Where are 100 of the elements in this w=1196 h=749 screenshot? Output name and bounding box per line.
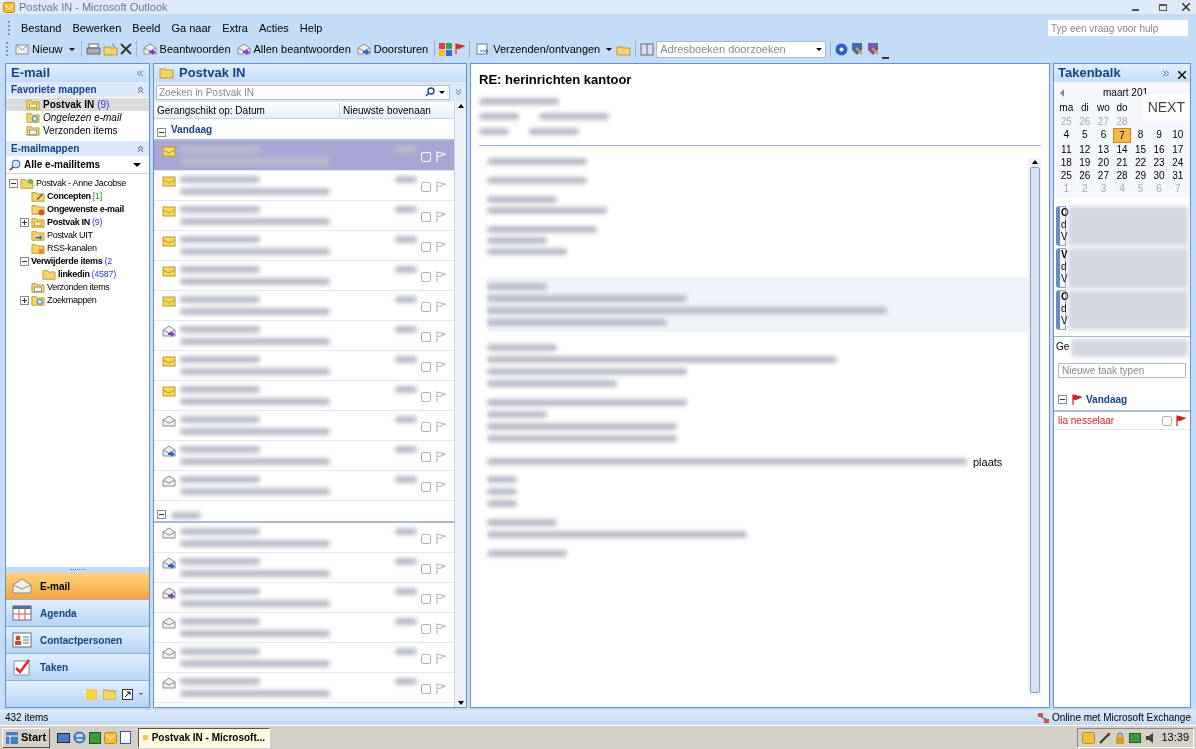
- calendar-day[interactable]: 18: [1057, 156, 1076, 169]
- calendar-day[interactable]: 27: [1094, 169, 1113, 182]
- calendar-day[interactable]: 16: [1149, 143, 1169, 156]
- checkbox[interactable]: [421, 482, 431, 492]
- menu-item[interactable]: Bewerken: [67, 19, 127, 37]
- calendar-day[interactable]: 6: [1094, 128, 1113, 143]
- desktop-icon[interactable]: [57, 732, 71, 743]
- spreadsheet-icon[interactable]: [89, 731, 102, 744]
- calendar-day[interactable]: 28: [1112, 169, 1132, 182]
- calendar-day[interactable]: 4: [1057, 128, 1076, 143]
- menu-item[interactable]: Bestand: [16, 19, 67, 37]
- close-icon[interactable]: [1178, 70, 1186, 79]
- close-icon[interactable]: [1182, 3, 1190, 11]
- delete-icon[interactable]: [119, 43, 132, 55]
- expand-icon[interactable]: [20, 296, 29, 305]
- favorite-folder[interactable]: Postvak IN (9): [6, 98, 149, 111]
- menu-item[interactable]: Help: [294, 19, 328, 37]
- scroll-thumb[interactable]: [1029, 166, 1040, 693]
- calendar-day[interactable]: 14: [1112, 143, 1132, 156]
- scroll-up-icon[interactable]: [1031, 159, 1038, 164]
- calendar-day[interactable]: 23: [1149, 156, 1169, 169]
- address-book-icon[interactable]: [640, 42, 655, 56]
- start-button[interactable]: Start: [2, 727, 51, 748]
- expand-icon[interactable]: [20, 218, 29, 227]
- collapse-icon[interactable]: [9, 179, 18, 188]
- calendar-day[interactable]: 29: [1131, 169, 1150, 182]
- scrollbar[interactable]: [454, 102, 466, 707]
- favorite-folder[interactable]: Ongelezen e-mail: [6, 111, 149, 124]
- column-header[interactable]: Gerangschikt op: Datum: [154, 102, 339, 118]
- reply-button[interactable]: Beantwoorden: [140, 40, 233, 58]
- note-icon[interactable]: [86, 688, 97, 700]
- caret-icon[interactable]: [68, 47, 75, 51]
- folder-name[interactable]: Concepten: [47, 189, 91, 204]
- favorite-folder[interactable]: Verzonden items: [6, 124, 149, 137]
- checkbox[interactable]: [421, 332, 431, 342]
- categories-icon[interactable]: [439, 42, 453, 56]
- calendar-day[interactable]: 25: [1057, 169, 1076, 182]
- folder-name[interactable]: Ongelezen e-mail: [43, 110, 122, 125]
- flag-icon[interactable]: [454, 43, 466, 55]
- calendar-day[interactable]: 12: [1075, 143, 1095, 156]
- folder-name[interactable]: Zoekmappen: [47, 293, 97, 307]
- caret-icon[interactable]: [606, 47, 613, 51]
- restore-icon[interactable]: [1159, 3, 1167, 11]
- calendar-day[interactable]: 21: [1112, 156, 1132, 169]
- menu-item[interactable]: Beeld: [127, 19, 166, 37]
- calendar-day[interactable]: 10: [1168, 128, 1187, 143]
- shield-icon[interactable]: [866, 42, 881, 56]
- taskbar-window-button[interactable]: Postvak IN - Microsoft...: [138, 727, 271, 748]
- column-header[interactable]: Ge: [1056, 339, 1070, 357]
- collapse-icon[interactable]: [157, 128, 166, 137]
- checkbox[interactable]: [421, 182, 431, 192]
- checkbox[interactable]: [1162, 415, 1172, 426]
- calendar-day[interactable]: 20: [1094, 156, 1113, 169]
- calendar-day[interactable]: 22: [1131, 156, 1150, 169]
- minimize-pane-icon[interactable]: [136, 69, 144, 77]
- folder-name[interactable]: Verwijderde items: [31, 254, 103, 269]
- collapse-icon[interactable]: [20, 257, 29, 266]
- outlook-icon[interactable]: [104, 731, 118, 744]
- new-button[interactable]: Nieuw: [13, 40, 65, 58]
- calendar-day[interactable]: 15: [1131, 143, 1150, 156]
- collapse-icon[interactable]: [157, 510, 166, 519]
- network-icon[interactable]: [1129, 732, 1142, 743]
- calendar-day[interactable]: 5: [1075, 128, 1095, 143]
- checkbox[interactable]: [421, 362, 431, 372]
- calendar-day[interactable]: 8: [1131, 128, 1150, 143]
- document-icon[interactable]: [120, 731, 132, 744]
- checkbox[interactable]: [421, 564, 431, 574]
- scroll-up-icon[interactable]: [457, 104, 464, 108]
- folder-name[interactable]: Verzonden items: [47, 280, 110, 295]
- folder-name[interactable]: Verzonden items: [43, 123, 118, 138]
- help-icon[interactable]: [835, 42, 849, 56]
- expand-search-icon[interactable]: [455, 88, 462, 96]
- navigation-button[interactable]: Contactpersonen: [6, 627, 149, 654]
- checkbox[interactable]: [421, 392, 431, 402]
- folder-name[interactable]: Postvak UIT: [47, 228, 93, 243]
- navigation-button[interactable]: Taken: [6, 654, 149, 681]
- shortcut-icon[interactable]: [122, 688, 133, 700]
- calendar-day[interactable]: 19: [1075, 156, 1095, 169]
- folder-name[interactable]: Postvak IN: [47, 215, 91, 230]
- scrollbar[interactable]: [1028, 157, 1041, 695]
- forward-button[interactable]: Doorsturen: [354, 40, 431, 58]
- navigation-button[interactable]: Agenda: [6, 600, 149, 627]
- checkbox[interactable]: [421, 654, 431, 664]
- checkbox[interactable]: [421, 242, 431, 252]
- task-title[interactable]: lia nesselaar: [1058, 413, 1162, 428]
- folder-icon[interactable]: [103, 688, 116, 700]
- folder-name[interactable]: Postvak IN: [43, 97, 95, 112]
- help-search-field[interactable]: Typ een vraag voor hulp: [1048, 20, 1188, 36]
- checkbox[interactable]: [421, 272, 431, 282]
- menu-item[interactable]: Extra: [217, 19, 253, 37]
- calendar-day[interactable]: 30: [1149, 169, 1169, 182]
- new-task-field[interactable]: Nieuwe taak typen: [1058, 363, 1186, 378]
- calendar-day[interactable]: 24: [1168, 156, 1187, 169]
- search-icon[interactable]: [425, 87, 435, 97]
- menu-item[interactable]: Ga naar: [166, 19, 217, 37]
- folder-name[interactable]: Ongewenste e-mail: [47, 202, 124, 217]
- flag-icon[interactable]: [1071, 393, 1082, 406]
- calendar-day[interactable]: 26: [1075, 169, 1095, 182]
- send-receive-button[interactable]: Verzenden/ontvangen: [474, 40, 603, 58]
- shield-icon[interactable]: [850, 42, 865, 56]
